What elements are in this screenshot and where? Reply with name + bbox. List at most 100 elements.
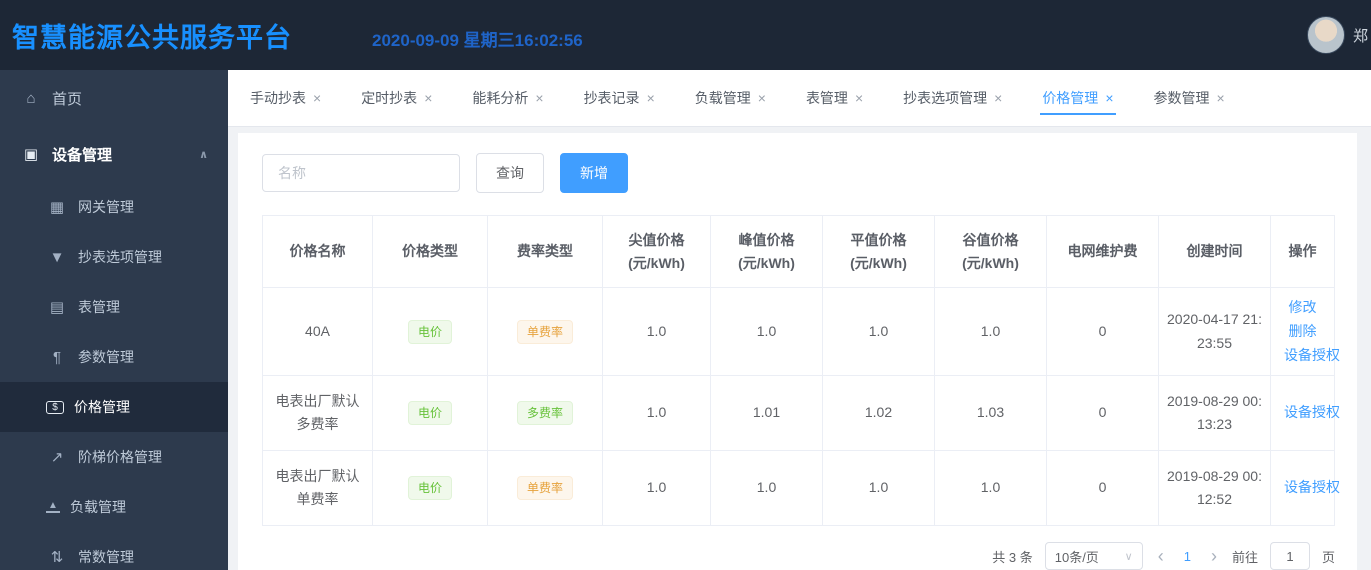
sidebar-item-label: 常数管理 bbox=[78, 549, 134, 565]
cell-actions: 设备授权 bbox=[1270, 450, 1340, 527]
header-user-area: 郑 bbox=[1307, 16, 1371, 54]
chevron-up-icon: ∧ bbox=[199, 148, 208, 161]
close-icon[interactable]: × bbox=[758, 90, 766, 106]
tab-reading-records[interactable]: 抄表记录 × bbox=[572, 70, 667, 126]
eject-icon: ▲ bbox=[46, 501, 60, 513]
chart-icon: ↗ bbox=[50, 449, 64, 466]
sidebar-item-ladder-price-management[interactable]: ↗ 阶梯价格管理 bbox=[0, 432, 228, 482]
username: 郑 bbox=[1353, 27, 1369, 45]
sort-icon: ⇅ bbox=[50, 549, 64, 566]
sidebar-item-gateway-management[interactable]: ▦ 网关管理 bbox=[0, 182, 228, 232]
tab-meter-management[interactable]: 表管理 × bbox=[794, 70, 875, 126]
cell-rate-type: 多费率 bbox=[487, 375, 603, 452]
tab-label: 抄表记录 bbox=[583, 90, 640, 106]
cell-created-time: 2019-08-29 00:12:52 bbox=[1158, 450, 1271, 527]
page-size-select[interactable]: 10条/页 ∨ bbox=[1044, 542, 1143, 570]
close-icon[interactable]: × bbox=[1217, 90, 1225, 106]
goto-label: 前往 bbox=[1231, 549, 1258, 565]
close-icon[interactable]: × bbox=[424, 90, 432, 106]
rate-type-badge: 单费率 bbox=[516, 476, 573, 501]
column-header: 价格名称 bbox=[262, 215, 373, 288]
price-type-badge: 电价 bbox=[407, 401, 452, 426]
cell-rate-type: 单费率 bbox=[487, 286, 603, 377]
price-type-badge: 电价 bbox=[407, 476, 452, 501]
prev-page-button[interactable]: ‹ bbox=[1155, 547, 1167, 565]
content-area: 查询 新增 价格名称 价格类型 费率 bbox=[228, 127, 1371, 570]
edit-link[interactable]: 修改 bbox=[1289, 296, 1317, 320]
next-page-button[interactable]: › bbox=[1208, 547, 1220, 565]
tab-load-management[interactable]: 负载管理 × bbox=[683, 70, 778, 126]
column-header: 尖值价格(元/kWh) bbox=[602, 215, 711, 288]
sidebar: ⌂ 首页 ▣ 设备管理 ∧ ▦ 网关管理 ▼ 抄表选项管理 ▤ 表管理 ¶ 参数… bbox=[0, 70, 228, 570]
cell-sharp-price: 1.0 bbox=[602, 450, 711, 527]
rate-type-badge: 单费率 bbox=[516, 319, 573, 344]
sidebar-item-label: 网关管理 bbox=[78, 199, 134, 215]
tab-price-management[interactable]: 价格管理 × bbox=[1030, 70, 1125, 126]
current-page[interactable]: 1 bbox=[1179, 549, 1196, 564]
page-size-value: 10条/页 bbox=[1054, 549, 1099, 565]
query-button[interactable]: 查询 bbox=[476, 153, 544, 193]
sidebar-item-parameter-management[interactable]: ¶ 参数管理 bbox=[0, 332, 228, 382]
cell-peak-price: 1.0 bbox=[710, 286, 823, 377]
sidebar-item-label: 参数管理 bbox=[78, 349, 134, 365]
cell-sharp-price: 1.0 bbox=[602, 375, 711, 452]
column-header: 平值价格(元/kWh) bbox=[822, 215, 935, 288]
tab-label: 负载管理 bbox=[694, 90, 751, 106]
sidebar-item-constant-management[interactable]: ⇅ 常数管理 bbox=[0, 532, 228, 570]
sidebar-item-label: 抄表选项管理 bbox=[78, 249, 162, 265]
table-row: 40A 电价 单费率 1.0 1.0 1.0 1.0 0 2020-04-17 … bbox=[262, 286, 1340, 377]
layout-body: ⌂ 首页 ▣ 设备管理 ∧ ▦ 网关管理 ▼ 抄表选项管理 ▤ 表管理 ¶ 参数… bbox=[0, 70, 1371, 570]
sidebar-item-label: 设备管理 bbox=[52, 146, 113, 164]
close-icon[interactable]: × bbox=[313, 90, 321, 106]
total-count: 共 3 条 bbox=[992, 549, 1033, 565]
book-icon: ▤ bbox=[49, 299, 65, 316]
device-authorize-link[interactable]: 设备授权 bbox=[1284, 344, 1340, 368]
close-icon[interactable]: × bbox=[855, 90, 863, 106]
tab-manual-reading[interactable]: 手动抄表 × bbox=[238, 70, 333, 126]
tab-energy-analysis[interactable]: 能耗分析 × bbox=[460, 70, 555, 126]
avatar[interactable] bbox=[1307, 16, 1345, 54]
main-area: 手动抄表 × 定时抄表 × 能耗分析 × 抄表记录 × 负载管理 × 表管理 ×… bbox=[228, 70, 1371, 570]
search-input[interactable] bbox=[262, 154, 460, 192]
grid-icon: ▦ bbox=[49, 199, 65, 216]
close-icon[interactable]: × bbox=[535, 90, 543, 106]
page-unit-label: 页 bbox=[1321, 549, 1335, 565]
sidebar-item-home[interactable]: ⌂ 首页 bbox=[0, 70, 228, 126]
cell-price-name: 电表出厂默认多费率 bbox=[262, 375, 373, 452]
sidebar-item-meter-reading-options[interactable]: ▼ 抄表选项管理 bbox=[0, 232, 228, 282]
sidebar-item-load-management[interactable]: ▲ 负载管理 bbox=[0, 482, 228, 532]
sidebar-item-device-management[interactable]: ▣ 设备管理 ∧ bbox=[0, 126, 228, 182]
tab-parameter-management[interactable]: 参数管理 × bbox=[1142, 70, 1237, 126]
device-authorize-link[interactable]: 设备授权 bbox=[1284, 476, 1340, 500]
rate-type-badge: 多费率 bbox=[516, 401, 573, 426]
filter-icon: ▼ bbox=[49, 248, 65, 266]
tab-label: 抄表选项管理 bbox=[903, 90, 988, 106]
tab-label: 参数管理 bbox=[1153, 90, 1210, 106]
cell-price-name: 40A bbox=[262, 286, 373, 377]
goto-page-input[interactable] bbox=[1269, 542, 1310, 570]
sidebar-item-price-management[interactable]: $ 价格管理 bbox=[0, 382, 228, 432]
cell-flat-price: 1.02 bbox=[822, 375, 935, 452]
price-table: 价格名称 价格类型 费率类型 尖值价格(元/kWh) 峰值价格(元/kWh) 平… bbox=[262, 215, 1340, 527]
sidebar-item-label: 阶梯价格管理 bbox=[78, 449, 162, 465]
tab-reading-options-management[interactable]: 抄表选项管理 × bbox=[891, 70, 1014, 126]
cell-price-type: 电价 bbox=[372, 286, 488, 377]
toolbar: 查询 新增 bbox=[262, 153, 1335, 193]
cell-created-time: 2019-08-29 00:13:23 bbox=[1158, 375, 1271, 452]
delete-link[interactable]: 删除 bbox=[1289, 320, 1317, 344]
add-button[interactable]: 新增 bbox=[560, 153, 628, 193]
tab-bar: 手动抄表 × 定时抄表 × 能耗分析 × 抄表记录 × 负载管理 × 表管理 ×… bbox=[228, 70, 1371, 127]
close-icon[interactable]: × bbox=[647, 90, 655, 106]
sidebar-item-meter-management[interactable]: ▤ 表管理 bbox=[0, 282, 228, 332]
cell-grid-fee: 0 bbox=[1046, 286, 1159, 377]
device-authorize-link[interactable]: 设备授权 bbox=[1284, 401, 1340, 425]
tab-label: 能耗分析 bbox=[472, 90, 529, 106]
price-management-panel: 查询 新增 价格名称 价格类型 费率 bbox=[238, 133, 1357, 570]
price-type-badge: 电价 bbox=[407, 319, 452, 344]
close-icon[interactable]: × bbox=[1105, 90, 1113, 106]
close-icon[interactable]: × bbox=[994, 90, 1002, 106]
tab-label: 手动抄表 bbox=[250, 90, 306, 106]
tab-scheduled-reading[interactable]: 定时抄表 × bbox=[349, 70, 444, 126]
app-root: 智慧能源公共服务平台 2020-09-09 星期三16:02:56 郑 ⌂ 首页… bbox=[0, 0, 1371, 570]
header: 智慧能源公共服务平台 2020-09-09 星期三16:02:56 郑 bbox=[0, 0, 1371, 70]
